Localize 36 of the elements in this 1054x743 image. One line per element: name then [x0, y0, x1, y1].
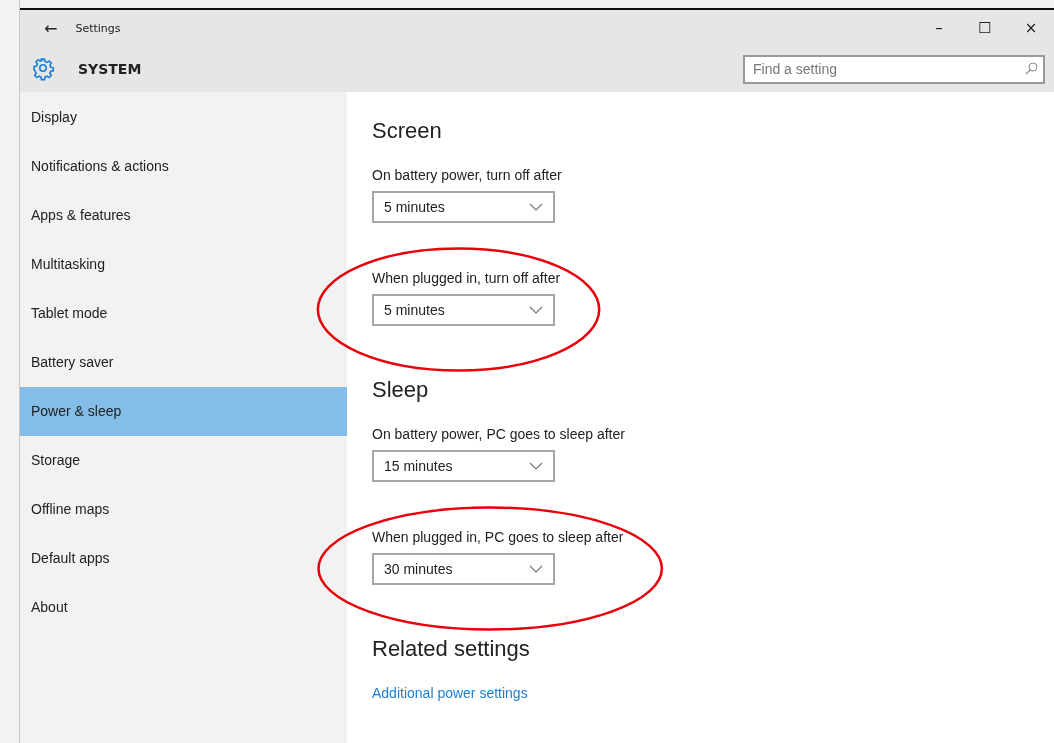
- window-title: Settings: [75, 21, 121, 35]
- setting-label: On battery power, turn off after: [372, 167, 562, 183]
- sidebar-item[interactable]: Storage: [20, 436, 347, 485]
- power-settings-link[interactable]: Additional power settings: [372, 685, 528, 701]
- chevron-down-icon: [529, 203, 543, 211]
- sidebar-item[interactable]: Offline maps: [20, 485, 347, 534]
- dropdown[interactable]: 30 minutes: [372, 553, 555, 585]
- sidebar-item[interactable]: Notifications & actions: [20, 142, 347, 191]
- chevron-down-icon: [529, 306, 543, 314]
- sidebar-item[interactable]: Tablet mode: [20, 289, 347, 338]
- back-button[interactable]: ←: [34, 18, 68, 38]
- sidebar-item[interactable]: About: [20, 583, 347, 632]
- setting-label: When plugged in, PC goes to sleep after: [372, 529, 624, 545]
- dropdown[interactable]: 15 minutes: [372, 450, 555, 482]
- chevron-down-icon: [529, 565, 543, 573]
- sidebar-item[interactable]: Apps & features: [20, 191, 347, 240]
- chevron-down-icon: [529, 462, 543, 470]
- search-field[interactable]: Find a setting: [743, 54, 1045, 84]
- settings-icon: [32, 57, 56, 81]
- sidebar-item[interactable]: Multitasking: [20, 240, 347, 289]
- section-heading: Related settings: [372, 635, 531, 662]
- section-heading: Sleep: [372, 376, 430, 403]
- dropdown[interactable]: 5 minutes: [372, 294, 555, 326]
- close-button[interactable]: ×: [1008, 15, 1054, 41]
- dropdown[interactable]: 5 minutes: [372, 191, 555, 223]
- section-title: SYSTEM: [78, 61, 142, 77]
- sidebar-item[interactable]: Battery saver: [20, 338, 347, 387]
- sidebar-item[interactable]: Default apps: [20, 534, 347, 583]
- search-icon[interactable]: [1025, 61, 1039, 76]
- setting-label: When plugged in, turn off after: [372, 270, 561, 286]
- sidebar-item[interactable]: Power & sleep: [20, 387, 347, 436]
- maximize-button[interactable]: ☐: [962, 15, 1008, 41]
- sidebar-item[interactable]: Display: [20, 93, 347, 142]
- section-heading: Screen: [372, 118, 443, 144]
- setting-label: On battery power, PC goes to sleep after: [372, 426, 625, 442]
- minimize-button[interactable]: –: [916, 15, 962, 41]
